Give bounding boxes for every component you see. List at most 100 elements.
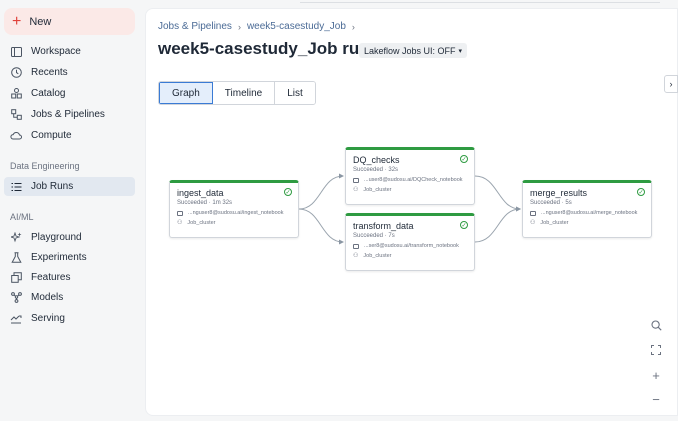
cluster-icon: ⚇	[353, 253, 359, 259]
sidebar-item-label: Models	[31, 292, 64, 303]
notebook-icon	[353, 243, 359, 249]
notebook-row: ...ser8@sudosu.ai/transform_notebook	[353, 243, 467, 249]
chevron-right-icon: ›	[237, 21, 241, 32]
sidebar-item-label: Experiments	[31, 252, 87, 263]
panel-toggle-button[interactable]: ›	[664, 75, 678, 93]
task-node-merge-results[interactable]: merge_results ✓ Succeeded · 5s ...nguser…	[522, 180, 652, 238]
search-bar-edge[interactable]	[300, 0, 660, 3]
minus-icon: −	[652, 391, 660, 407]
notebook-path[interactable]: ...nguser8@sudosu.ai/merge_notebook	[541, 210, 637, 216]
success-check-icon: ✓	[460, 221, 468, 229]
tab-list[interactable]: List	[275, 82, 315, 104]
sidebar-item-features[interactable]: Features	[4, 268, 135, 287]
notebook-path[interactable]: ...nguser8@sudosu.ai/ingest_notebook	[188, 210, 283, 216]
cluster-name[interactable]: Job_cluster	[540, 220, 568, 226]
search-icon	[650, 319, 662, 331]
sidebar-item-playground[interactable]: Playground	[4, 228, 135, 247]
cloud-icon	[10, 130, 22, 142]
page-title: week5-casestudy_Job run	[158, 39, 370, 58]
edge-transform-to-merge	[474, 206, 521, 243]
folder-icon	[10, 46, 22, 58]
notebook-path[interactable]: ...user8@sudosu.ai/DQCheck_notebook	[364, 177, 463, 183]
breadcrumb-jobs-pipelines[interactable]: Jobs & Pipelines	[158, 21, 232, 32]
features-icon	[10, 272, 22, 284]
zoom-out-button[interactable]: −	[647, 390, 665, 408]
lakeflow-badge-label: Lakeflow Jobs UI: OFF	[364, 45, 456, 56]
success-check-icon: ✓	[460, 155, 468, 163]
notebook-icon	[177, 210, 183, 216]
task-name: transform_data	[353, 221, 414, 231]
success-check-icon: ✓	[637, 188, 645, 196]
models-icon	[10, 292, 22, 304]
edge-ingest-to-dq	[298, 173, 344, 210]
notebook-icon	[530, 210, 536, 216]
task-node-ingest-data[interactable]: ingest_data ✓ Succeeded · 1m 32s ...ngus…	[169, 180, 299, 238]
success-check-icon: ✓	[284, 188, 292, 196]
plus-icon: +	[12, 12, 22, 30]
fit-view-icon	[651, 345, 661, 355]
flask-icon	[10, 252, 22, 264]
cluster-row: ⚇ Job_cluster	[177, 219, 291, 227]
main-panel: Jobs & Pipelines › week5-casestudy_Job ›…	[145, 8, 678, 416]
sidebar-item-workspace[interactable]: Workspace	[4, 42, 135, 61]
sidebar-item-label: Catalog	[31, 88, 66, 99]
cluster-row: ⚇ Job_cluster	[353, 186, 467, 194]
view-tabs: Graph Timeline List	[158, 81, 316, 105]
dag-canvas[interactable]: ingest_data ✓ Succeeded · 1m 32s ...ngus…	[146, 109, 678, 414]
cluster-icon: ⚇	[530, 220, 536, 226]
new-button[interactable]: + New	[4, 8, 135, 35]
sidebar-item-serving[interactable]: Serving	[4, 309, 135, 328]
catalog-icon	[10, 88, 22, 100]
sidebar-item-job-runs[interactable]: Job Runs	[4, 177, 135, 196]
notebook-icon	[353, 177, 359, 183]
cluster-name[interactable]: Job_cluster	[187, 220, 215, 226]
cluster-name[interactable]: Job_cluster	[363, 253, 391, 259]
fit-view-button[interactable]	[647, 341, 665, 359]
sidebar-item-models[interactable]: Models	[4, 288, 135, 307]
cluster-name[interactable]: Job_cluster	[363, 187, 391, 193]
sidebar-item-recents[interactable]: Recents	[4, 63, 135, 82]
task-status: Succeeded · 5s	[530, 200, 572, 206]
task-node-dq-checks[interactable]: DQ_checks ✓ Succeeded · 32s ...user8@sud…	[345, 147, 475, 205]
sidebar-item-label: Playground	[31, 232, 82, 243]
cluster-row: ⚇ Job_cluster	[530, 219, 644, 227]
cluster-icon: ⚇	[177, 220, 183, 226]
task-status: Succeeded · 32s	[353, 167, 399, 173]
task-node-transform-data[interactable]: transform_data ✓ Succeeded · 7s ...ser8@…	[345, 213, 475, 271]
clock-icon	[10, 67, 22, 79]
task-name: DQ_checks	[353, 155, 400, 165]
zoom-in-button[interactable]: +	[647, 366, 665, 384]
section-header-data-engineering: Data Engineering	[10, 161, 80, 171]
new-button-label: New	[29, 15, 52, 28]
sidebar-item-catalog[interactable]: Catalog	[4, 84, 135, 103]
plus-icon: +	[652, 367, 660, 383]
workflow-icon	[10, 109, 22, 121]
edge-dq-to-merge	[474, 175, 521, 212]
sidebar-item-compute[interactable]: Compute	[4, 126, 135, 145]
tab-timeline[interactable]: Timeline	[212, 82, 276, 104]
task-name: merge_results	[530, 188, 588, 198]
chevron-right-icon: ›	[351, 21, 355, 32]
search-button[interactable]	[647, 316, 665, 334]
notebook-row: ...nguser8@sudosu.ai/merge_notebook	[530, 210, 644, 216]
sidebar-item-label: Job Runs	[31, 181, 74, 192]
lakeflow-toggle-dropdown[interactable]: Lakeflow Jobs UI: OFF ▾	[359, 43, 468, 58]
sidebar-item-label: Serving	[31, 313, 65, 324]
task-name: ingest_data	[177, 188, 224, 198]
section-header-aiml: AI/ML	[10, 212, 34, 222]
breadcrumb-job[interactable]: week5-casestudy_Job	[247, 21, 346, 32]
chevron-down-icon: ▾	[458, 47, 463, 55]
list-icon	[10, 181, 22, 193]
sidebar-item-jobs-pipelines[interactable]: Jobs & Pipelines	[4, 105, 135, 124]
notebook-row: ...nguser8@sudosu.ai/ingest_notebook	[177, 210, 291, 216]
task-status: Succeeded · 1m 32s	[177, 200, 233, 206]
sidebar-item-label: Recents	[31, 67, 68, 78]
sidebar: + New Workspace Recents Catalog Jobs & P…	[0, 0, 140, 421]
sidebar-item-experiments[interactable]: Experiments	[4, 248, 135, 267]
tab-graph[interactable]: Graph	[159, 82, 213, 104]
task-status: Succeeded · 7s	[353, 233, 395, 239]
cluster-row: ⚇ Job_cluster	[353, 252, 467, 260]
sidebar-item-label: Jobs & Pipelines	[31, 109, 105, 120]
sidebar-item-label: Compute	[31, 130, 72, 141]
notebook-path[interactable]: ...ser8@sudosu.ai/transform_notebook	[364, 243, 459, 249]
